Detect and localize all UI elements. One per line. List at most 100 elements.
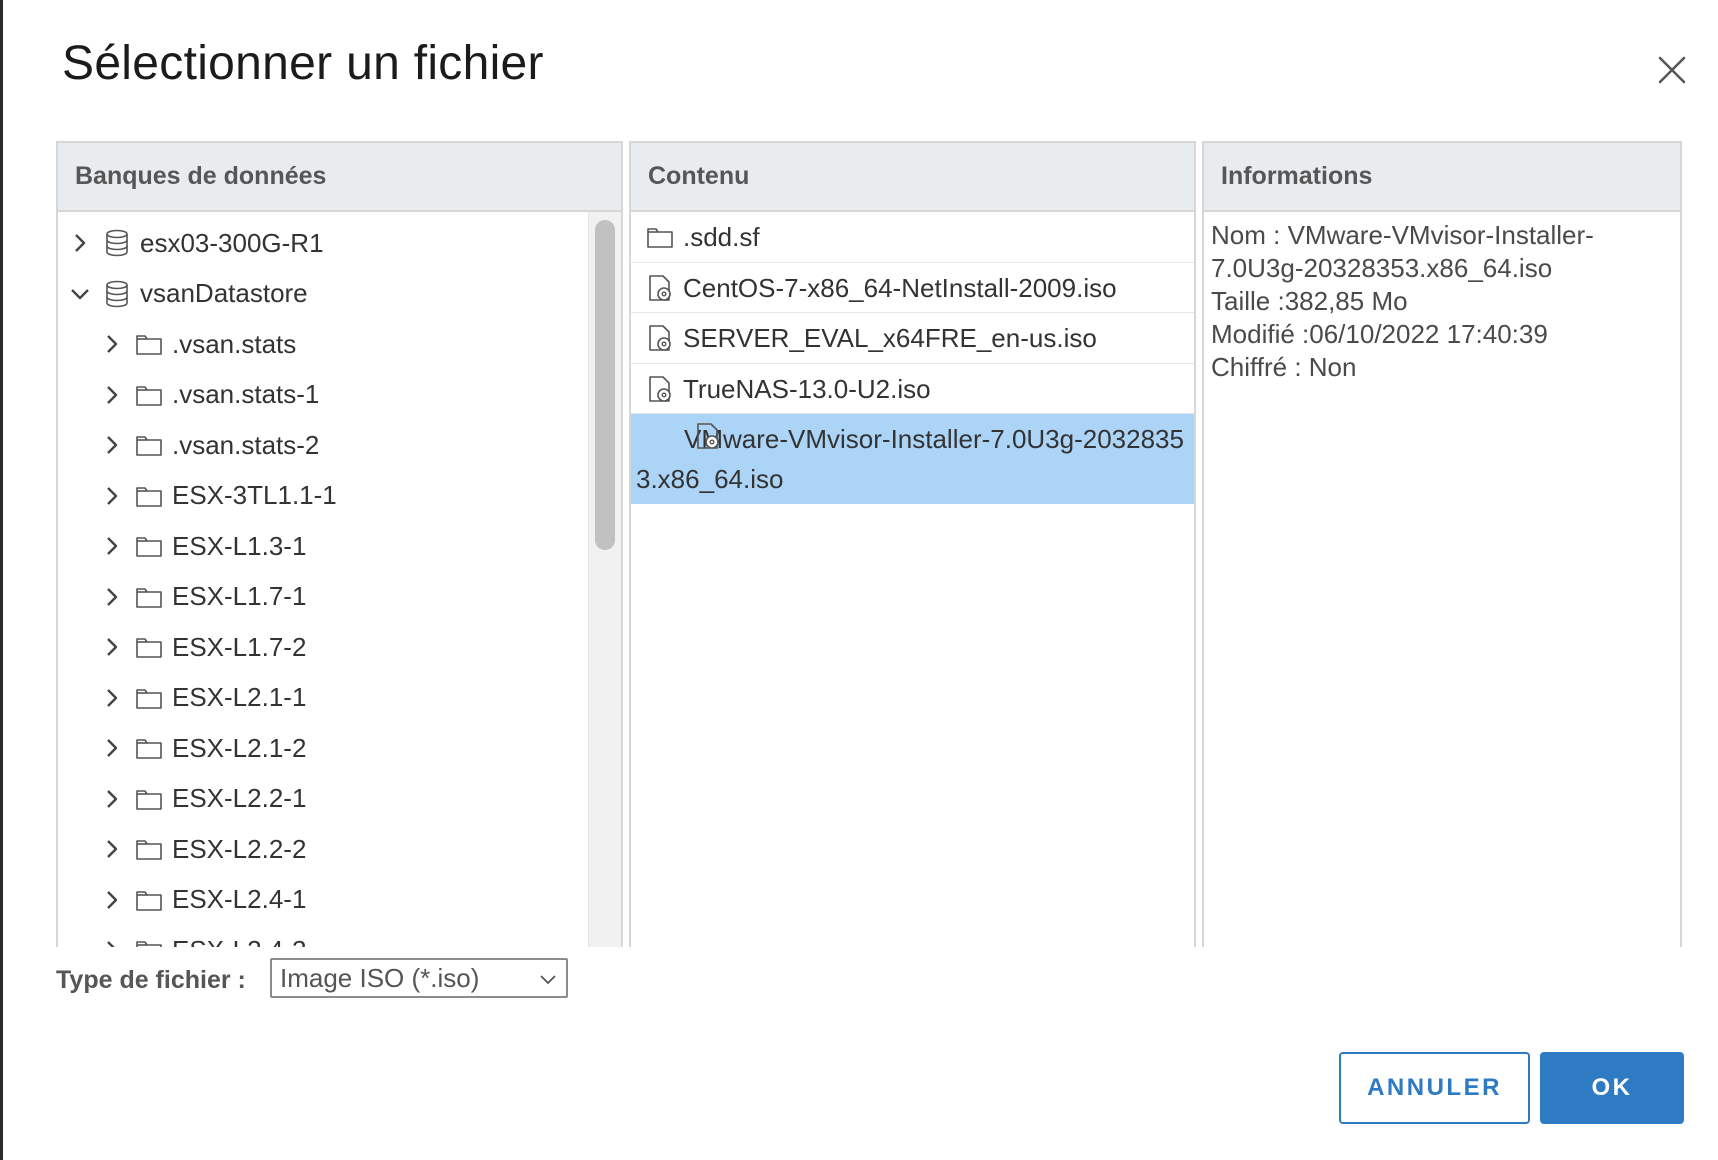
tree-scrollbar[interactable] (588, 212, 621, 947)
info-panel: Informations Nom : VMware-VMvisor-Instal… (1202, 141, 1682, 947)
disc-image-icon-wrap (645, 374, 675, 404)
tree-item-label: ESX-L2.1-1 (172, 682, 307, 712)
datastores-tree[interactable]: ESX-L2.4-2 ESX-L2.4-1 ESX-L2.2-2 ESX-L2.2-1… (58, 212, 621, 947)
chevron-right-icon (107, 486, 118, 505)
database-icon (106, 280, 128, 307)
chevron-right-icon (107, 638, 118, 656)
expand-toggle[interactable] (96, 521, 128, 571)
tree-item[interactable]: esx03-300G-R1 (64, 218, 324, 268)
chevron-right-icon (107, 840, 118, 858)
expand-toggle[interactable] (96, 572, 128, 622)
tree-item[interactable]: ESX-L2.4-2 (96, 925, 306, 947)
folder-icon-wrap (132, 673, 166, 723)
expand-toggle[interactable] (96, 622, 128, 672)
cancel-button[interactable]: ANNULER (1339, 1052, 1530, 1124)
chevron-right-icon (107, 537, 118, 555)
folder-icon (136, 638, 162, 658)
tree-item-label: ESX-L2.2-2 (172, 833, 307, 864)
folder-icon-wrap (132, 370, 166, 420)
expand-toggle[interactable] (96, 420, 128, 470)
content-list[interactable]: .sdd.sf CentOS-7-x86_64-NetInstall-2009.i… (631, 212, 1194, 947)
expand-toggle[interactable] (96, 925, 128, 947)
folder-icon (647, 228, 673, 248)
tree-item-label: ESX-L1.7-1 (172, 581, 307, 611)
expand-toggle[interactable] (96, 319, 128, 369)
expand-toggle[interactable] (96, 774, 128, 824)
content-item[interactable]: CentOS-7-x86_64-NetInstall-2009.iso (631, 263, 1194, 313)
tree-item[interactable]: ESX-L2.1-2 (96, 723, 306, 773)
tree-item[interactable]: ESX-L2.2-2 (96, 824, 306, 874)
folder-icon-wrap (132, 319, 166, 369)
folder-icon (136, 890, 162, 911)
content-item[interactable]: .sdd.sf (631, 212, 1194, 263)
close-button[interactable] (1650, 48, 1694, 92)
content-item-label: CentOS-7-x86_64-NetInstall-2009.iso (683, 272, 1117, 303)
chevron-down-icon (71, 288, 89, 299)
tree-item[interactable]: ESX-L2.2-1 (96, 774, 306, 824)
tree-item[interactable]: .vsan.stats-2 (96, 420, 319, 470)
tree-item[interactable]: ESX-L1.7-2 (96, 622, 306, 672)
tree-item-label: .vsan.stats (172, 328, 297, 359)
collapse-toggle[interactable] (64, 269, 96, 319)
chevron-right-icon (75, 234, 86, 252)
filetype-selected-value: Image ISO (*.iso) (280, 963, 480, 993)
tree-item[interactable]: ESX-L2.1-1 (96, 673, 306, 723)
tree-item-label: ESX-L2.2-1 (172, 783, 307, 813)
expand-toggle[interactable] (96, 471, 128, 521)
tree-scroll-thumb[interactable] (595, 220, 615, 550)
folder-icon-wrap (132, 774, 166, 824)
folder-icon-wrap (132, 622, 166, 672)
tree-item[interactable]: ESX-L1.3-1 (96, 521, 306, 571)
folder-icon (136, 335, 162, 355)
info-header: Informations (1204, 143, 1680, 212)
content-item-label: .sdd.sf (683, 222, 760, 252)
folder-icon-wrap (132, 572, 166, 622)
tree-item-label: ESX-L1.3-1 (172, 530, 307, 561)
tree-item-label: ESX-3TL1.1-1 (172, 480, 337, 510)
chevron-right-icon (107, 739, 118, 757)
expand-toggle[interactable] (96, 370, 128, 420)
tree-item-label: esx03-300G-R1 (140, 227, 324, 258)
tree-item[interactable]: .vsan.stats-1 (96, 370, 319, 420)
folder-icon (136, 789, 162, 810)
folder-icon-wrap (132, 824, 166, 874)
tree-item-label: vsanDatastore (140, 278, 308, 308)
expand-toggle[interactable] (96, 723, 128, 773)
dialog-title: Sélectionner un fichier (62, 37, 544, 90)
folder-icon (136, 385, 162, 406)
content-item[interactable]: TrueNAS-13.0-U2.iso (631, 364, 1194, 414)
tree-item[interactable]: ESX-3TL1.1-1 (96, 471, 337, 521)
chevron-right-icon (107, 436, 118, 454)
folder-icon-wrap (132, 723, 166, 773)
tree-item-label: .vsan.stats-2 (172, 429, 320, 460)
tree-item[interactable]: ESX-L2.4-1 (96, 875, 306, 925)
tree-item-label: ESX-L2.1-2 (172, 732, 307, 763)
expand-toggle[interactable] (96, 824, 128, 874)
expand-toggle[interactable] (64, 218, 96, 268)
folder-icon (136, 739, 162, 759)
database-icon-wrap (100, 269, 134, 319)
expand-toggle[interactable] (96, 875, 128, 925)
chevron-right-icon (107, 335, 118, 353)
info-size: Taille :382,85 Mo (1211, 286, 1408, 316)
disc-image-icon (649, 325, 671, 351)
chevron-right-icon (107, 587, 118, 606)
filetype-select[interactable]: Image ISO (*.iso) (270, 958, 568, 998)
info-encrypted: Chiffré : Non (1211, 352, 1357, 382)
folder-icon (136, 941, 162, 947)
expand-toggle[interactable] (96, 673, 128, 723)
disc-image-icon (649, 274, 671, 301)
content-item-selected[interactable]: VMware-VMvisor-Installer-7.0U3g-20328353… (631, 414, 1194, 504)
folder-icon (136, 688, 162, 709)
folder-icon (136, 840, 162, 860)
content-panel: Contenu .sdd.sf CentOS-7-x86_64-NetInstal… (629, 141, 1196, 947)
info-modified: Modifié :06/10/2022 17:40:39 (1211, 319, 1548, 349)
tree-item[interactable]: ESX-L1.7-1 (96, 572, 306, 622)
tree-item[interactable]: .vsan.stats (96, 319, 296, 369)
folder-icon-wrap (132, 420, 166, 470)
tree-item[interactable]: vsanDatastore (64, 269, 308, 319)
ok-button[interactable]: OK (1540, 1052, 1684, 1124)
disc-image-icon (649, 375, 671, 402)
content-item[interactable]: SERVER_EVAL_x64FRE_en-us.iso (631, 313, 1194, 364)
chevron-right-icon (107, 890, 118, 909)
